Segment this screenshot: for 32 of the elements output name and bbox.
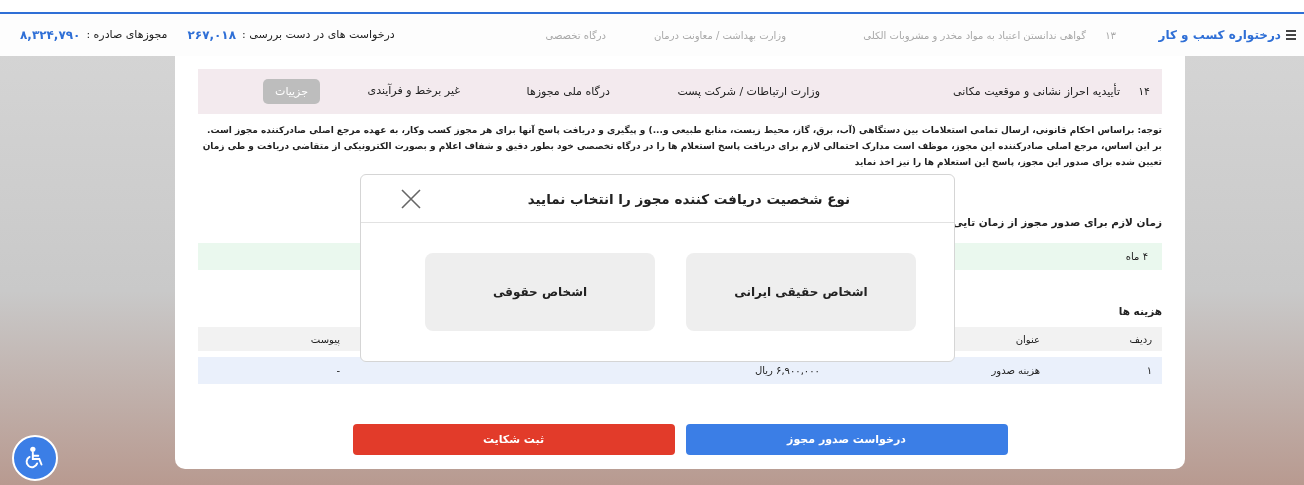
- option-button[interactable]: اشخاص حقوقی: [425, 253, 655, 331]
- portal-text: درگاه تخصصی: [544, 29, 606, 41]
- table-cell-text: هزینه صدور: [990, 365, 1041, 376]
- option-button[interactable]: اشخاص حقیقی ایرانی: [686, 253, 916, 331]
- table-cell-text: ۱: [1145, 365, 1153, 376]
- row-number: ۱۳: [1104, 29, 1116, 41]
- menu-icon[interactable]: [1286, 29, 1296, 41]
- accessibility-button[interactable]: [12, 435, 58, 481]
- portal-text: درگاه ملی مجوزها: [525, 85, 610, 98]
- license-title: گواهی ندانستن اعتیاد به مواد مخدر و مشروبات الکلی: [862, 29, 1086, 41]
- close-icon[interactable]: [401, 188, 421, 209]
- stat-value: ۸,۳۲۴,۷۹۰: [20, 28, 81, 42]
- site-title-link[interactable]: درختواره کسب و کار: [1158, 28, 1281, 42]
- column-header: پیوست: [309, 333, 341, 345]
- column-header: ردیف: [1128, 333, 1153, 345]
- row-number: ۱۴: [1137, 85, 1150, 98]
- authority-text: وزارت ارتباطات / شرکت پست: [676, 85, 820, 98]
- section-heading: هزینه ها: [1118, 304, 1162, 319]
- process-type: غیر برخط و فرآیندی: [366, 83, 460, 100]
- table-cell-text: ۶,۹۰۰,۰۰۰ ریال: [753, 365, 821, 376]
- request-button[interactable]: درخواست صدور مجوز: [685, 424, 1008, 455]
- license-title: تأییدیه احراز نشانی و موقعیت مکانی: [952, 85, 1120, 98]
- stat-value: ۲۶۷,۰۱۸: [187, 28, 237, 42]
- stat-label: مجوزهای صادره :: [86, 28, 168, 42]
- modal-title: نوع شخصیت دریافت کننده مجوز را انتخاب نمایید: [527, 190, 851, 207]
- column-header: عنوان: [1014, 333, 1041, 345]
- authority-text: وزارت بهداشت / معاونت درمان: [652, 29, 786, 41]
- complaint-button[interactable]: ثبت شکایت: [352, 424, 675, 455]
- table-cell-text: -: [335, 365, 341, 376]
- stat-label: درخواست های در دست بررسی :: [242, 28, 395, 42]
- notice-paragraph: توجه: براساس احکام قانونی، ارسال تمامی استعلامات بین دستگاهی (آب، برق، گاز، محیط زیست، منابع طبیعی و...) و پیگیری و دریافت پاسخ آنها برای هر مجوز کسب وکار، به عهده مرجع اصلی صادرکننده مجوز است. بر این اساس، مرجع اصلی صادرکننده این مجوز، موظف است مدارک احتمالی لازم برای دریافت پاسخ استعلام ها را در درگاه تخصصی خود بطور دقیق و شفاف اعلام و بصورت الکترونیکی از متقاضی دریافت و طی زمان تعیین شده برای صدور این مجوز، پاسخ این استعلام ها را نیز اخذ نماید: [201, 123, 1162, 170]
- duration-value: ۴ ماه: [1125, 251, 1148, 262]
